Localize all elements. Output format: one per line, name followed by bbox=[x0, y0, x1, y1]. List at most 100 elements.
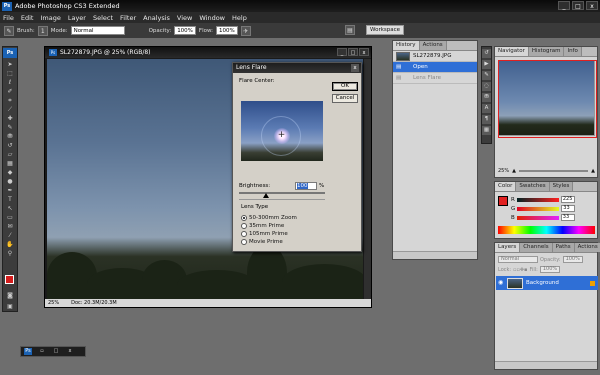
maximize-mini-button[interactable]: □ bbox=[52, 348, 60, 355]
doc-maximize-button[interactable]: □ bbox=[348, 48, 358, 56]
opacity-field[interactable]: 100% bbox=[174, 26, 196, 35]
eyedropper-tool-icon[interactable]: ⁄ bbox=[3, 231, 17, 240]
ok-button[interactable]: OK bbox=[332, 82, 358, 91]
lock-options-icon[interactable]: ▫▫✥▪ bbox=[513, 267, 527, 273]
slice-tool-icon[interactable]: ⟋ bbox=[3, 105, 17, 114]
brightness-slider-thumb[interactable] bbox=[263, 193, 269, 198]
menu-file[interactable]: File bbox=[3, 14, 14, 22]
status-zoom[interactable]: 25% bbox=[48, 299, 59, 307]
menu-window[interactable]: Window bbox=[199, 14, 225, 22]
fill-field[interactable]: 100% bbox=[539, 266, 561, 273]
brightness-slider[interactable] bbox=[239, 192, 325, 194]
close-mini-button[interactable]: x bbox=[66, 348, 74, 355]
tab-actions-layers[interactable]: Actions bbox=[574, 243, 600, 252]
quick-mask-icon[interactable]: ◙ bbox=[3, 291, 17, 300]
actions-panel-icon[interactable]: ▶ bbox=[482, 60, 491, 69]
brushes-panel-icon[interactable]: ◌ bbox=[482, 82, 491, 91]
paragraph-panel-icon[interactable]: ¶ bbox=[482, 115, 491, 124]
menu-select[interactable]: Select bbox=[93, 14, 113, 22]
color-spectrum[interactable] bbox=[498, 226, 595, 234]
marquee-tool-icon[interactable]: ⬚ bbox=[3, 69, 17, 78]
tab-layers[interactable]: Layers bbox=[495, 243, 521, 252]
menu-analysis[interactable]: Analysis bbox=[143, 14, 170, 22]
tab-navigator[interactable]: Navigator bbox=[495, 47, 529, 56]
document-title-bar[interactable]: Ps SL272879.JPG @ 25% (RGB/8) bbox=[45, 47, 371, 58]
tab-styles[interactable]: Styles bbox=[549, 182, 574, 191]
screen-mode-icon[interactable]: ▣ bbox=[3, 302, 17, 311]
history-item[interactable]: ▤ Lens Flare bbox=[393, 73, 477, 84]
brush-tool-icon[interactable]: ✎ bbox=[3, 123, 17, 132]
tab-actions[interactable]: Actions bbox=[419, 41, 447, 50]
menu-filter[interactable]: Filter bbox=[120, 14, 136, 22]
foreground-color-swatch[interactable] bbox=[5, 275, 14, 284]
blue-slider[interactable] bbox=[516, 215, 559, 220]
doc-close-button[interactable]: x bbox=[359, 48, 369, 56]
tool-presets-icon[interactable]: ✎ bbox=[482, 71, 491, 80]
hand-tool-icon[interactable]: ✋ bbox=[3, 240, 17, 249]
healing-tool-icon[interactable]: ✚ bbox=[3, 114, 17, 123]
navigator-zoom-value[interactable]: 25% bbox=[498, 168, 509, 174]
layer-opacity-field[interactable]: 100% bbox=[562, 256, 583, 263]
minimized-document-window[interactable]: Ps ▫ □ x bbox=[20, 346, 86, 357]
radio-icon[interactable] bbox=[241, 239, 247, 245]
dialog-close-icon[interactable]: x bbox=[351, 64, 359, 72]
shape-tool-icon[interactable]: ▭ bbox=[3, 213, 17, 222]
minimize-button[interactable]: _ bbox=[558, 1, 570, 10]
cancel-button[interactable]: Cancel bbox=[332, 94, 358, 103]
type-tool-icon[interactable]: T bbox=[3, 195, 17, 204]
clone-stamp-tool-icon[interactable]: ⛃ bbox=[3, 132, 17, 141]
move-tool-icon[interactable]: ➤ bbox=[3, 60, 17, 69]
navigator-preview[interactable] bbox=[498, 60, 597, 138]
lens-option[interactable]: 50-300mm Zoom bbox=[241, 215, 297, 221]
layer-background[interactable]: ◉ Background bbox=[496, 276, 598, 290]
tab-channels[interactable]: Channels bbox=[520, 243, 553, 252]
menu-edit[interactable]: Edit bbox=[21, 14, 34, 22]
character-panel-icon[interactable]: A bbox=[482, 104, 491, 113]
path-select-tool-icon[interactable]: ↖ bbox=[3, 204, 17, 213]
palette-well-icon[interactable]: ▤ bbox=[345, 25, 355, 35]
vertical-scrollbar[interactable] bbox=[364, 59, 371, 300]
pen-tool-icon[interactable]: ✒ bbox=[3, 186, 17, 195]
tab-swatches[interactable]: Swatches bbox=[516, 182, 550, 191]
crop-tool-icon[interactable]: ⌗ bbox=[3, 96, 17, 105]
color-foreground-swatch[interactable] bbox=[498, 196, 508, 206]
tab-paths[interactable]: Paths bbox=[552, 243, 575, 252]
tab-history[interactable]: History bbox=[393, 41, 420, 50]
quick-select-tool-icon[interactable]: ✐ bbox=[3, 87, 17, 96]
maximize-button[interactable]: □ bbox=[572, 1, 584, 10]
green-slider[interactable] bbox=[517, 206, 560, 211]
red-value[interactable]: 225 bbox=[560, 196, 575, 203]
flow-field[interactable]: 100% bbox=[216, 26, 238, 35]
history-item[interactable]: ▤ Open bbox=[393, 62, 477, 73]
menu-image[interactable]: Image bbox=[40, 14, 60, 22]
mode-select[interactable]: Normal bbox=[70, 26, 125, 35]
gradient-tool-icon[interactable]: ▦ bbox=[3, 159, 17, 168]
history-panel-icon[interactable]: ↺ bbox=[482, 49, 491, 58]
history-snapshot[interactable]: SL272879.JPG bbox=[393, 51, 477, 62]
brush-tool-icon[interactable]: ✎ bbox=[4, 25, 14, 36]
blue-value[interactable]: 33 bbox=[560, 214, 575, 221]
zoom-slider[interactable] bbox=[518, 170, 589, 172]
tab-info[interactable]: Info bbox=[564, 47, 582, 56]
dialog-title[interactable]: Lens Flare bbox=[233, 63, 361, 73]
layer-comps-icon[interactable]: ▦ bbox=[482, 126, 491, 135]
doc-minimize-button[interactable]: _ bbox=[337, 48, 347, 56]
zoom-out-icon[interactable]: ▲ bbox=[512, 168, 516, 174]
zoom-in-icon[interactable]: ▲ bbox=[591, 168, 595, 174]
brightness-field[interactable]: 100 bbox=[295, 182, 317, 190]
clone-source-icon[interactable]: ⛃ bbox=[482, 93, 491, 102]
menu-layer[interactable]: Layer bbox=[68, 14, 86, 22]
tab-color[interactable]: Color bbox=[495, 182, 517, 191]
airbrush-icon[interactable]: ✈ bbox=[240, 25, 251, 36]
zoom-tool-icon[interactable]: ⚲ bbox=[3, 249, 17, 258]
radio-icon[interactable] bbox=[241, 231, 247, 237]
workspace-button[interactable]: Workspace bbox=[366, 25, 405, 35]
navigator-view-box[interactable] bbox=[498, 60, 597, 138]
close-button[interactable]: x bbox=[586, 1, 598, 10]
notes-tool-icon[interactable]: ✉ bbox=[3, 222, 17, 231]
brush-preset-picker[interactable]: 1 bbox=[37, 25, 48, 36]
lasso-tool-icon[interactable]: ℓ bbox=[3, 78, 17, 87]
radio-selected-icon[interactable] bbox=[241, 215, 247, 221]
crosshair-icon[interactable]: + bbox=[277, 131, 286, 140]
blur-tool-icon[interactable]: ◆ bbox=[3, 168, 17, 177]
